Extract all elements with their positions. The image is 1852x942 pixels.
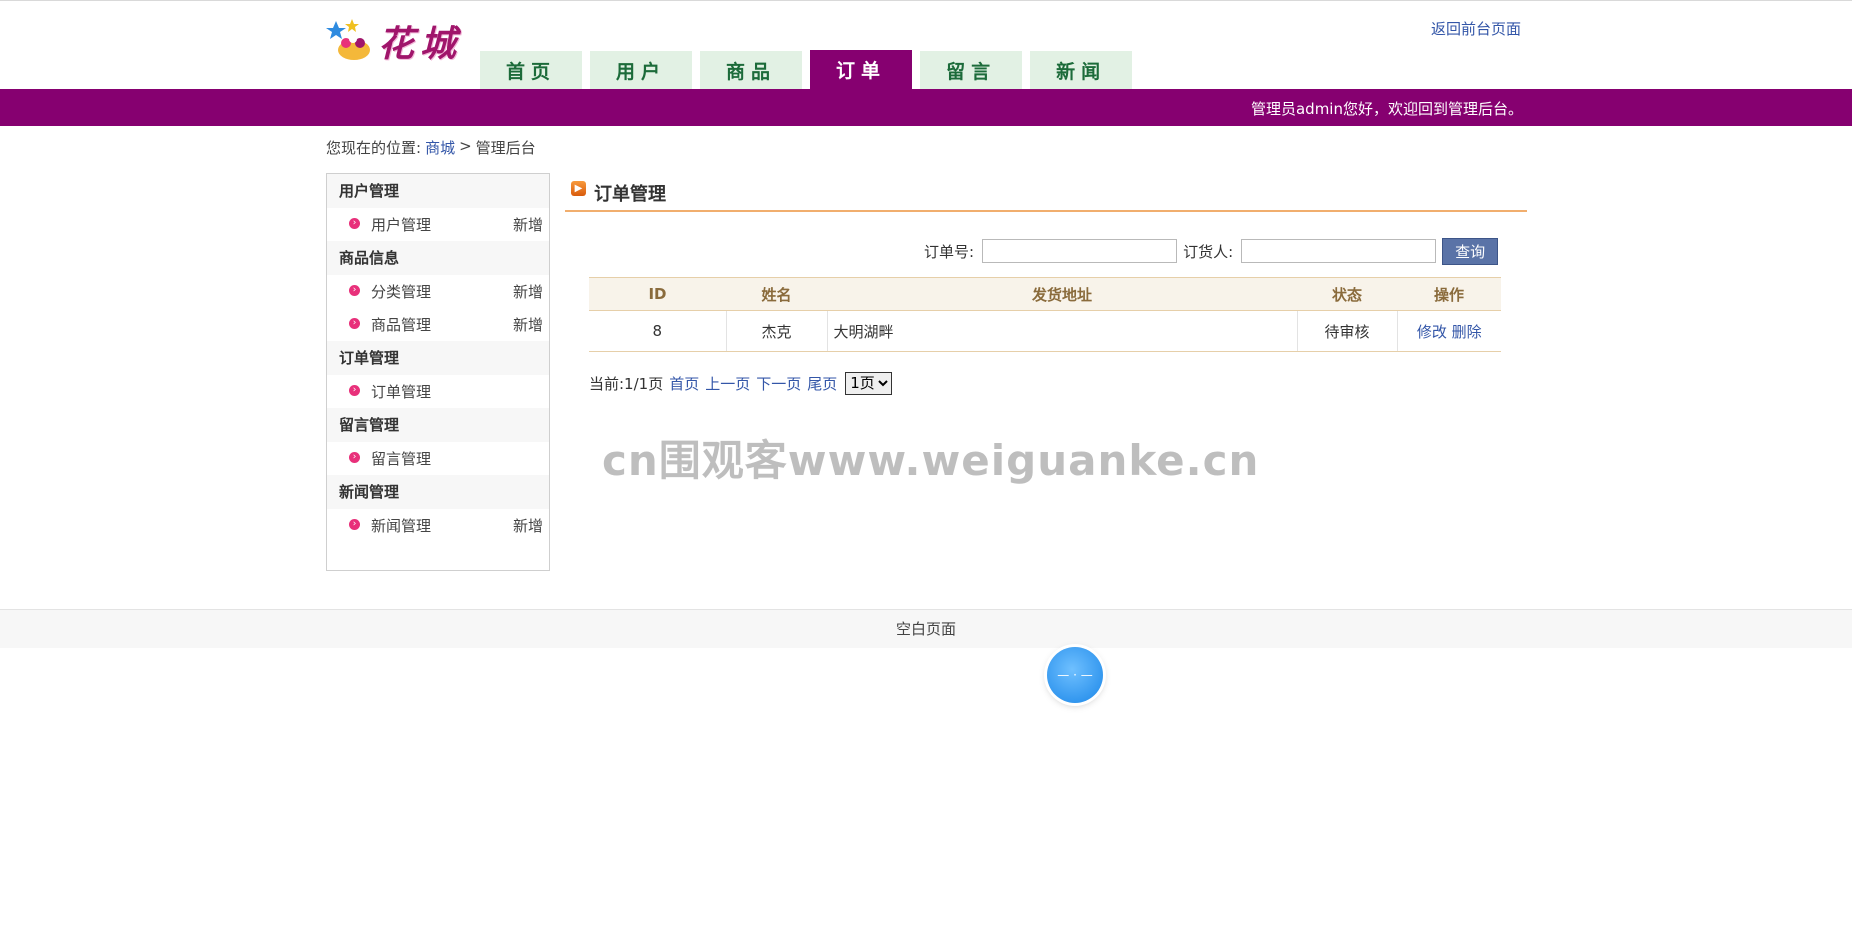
footer-text: 空白页面 [895, 620, 956, 638]
section-header: ▶ 订单管理 [565, 177, 1527, 212]
sidebar-item-product-management: › 商品管理 新增 [327, 308, 549, 341]
cell-address: 大明湖畔 [827, 310, 1298, 352]
sidebar-item-news-management: › 新闻管理 新增 [327, 509, 549, 542]
bullet-arrow-icon: › [349, 519, 360, 530]
sidebar-group-news: 新闻管理 [327, 475, 549, 509]
order-no-label: 订单号: [924, 242, 975, 261]
nav-tab-products[interactable]: 商品 [700, 51, 803, 89]
sidebar-add-news[interactable]: 新增 [513, 515, 543, 536]
delete-link[interactable]: 删除 [1452, 323, 1482, 341]
breadcrumb-prefix: 您现在的位置: [326, 139, 422, 157]
sidebar-add-category[interactable]: 新增 [513, 281, 543, 302]
orderer-label: 订货人: [1183, 242, 1234, 261]
breadcrumb-separator: > [459, 137, 472, 155]
sidebar-link-order-management[interactable]: 订单管理 [371, 381, 431, 402]
pager-next-link[interactable]: 下一页 [756, 373, 801, 394]
pagination: 当前:1/1页 首页 上一页 下一页 尾页 1页 [589, 371, 893, 395]
pager-current: 当前:1/1页 [589, 374, 664, 393]
sidebar-item-category-management: › 分类管理 新增 [327, 275, 549, 308]
sidebar-link-category-management[interactable]: 分类管理 [371, 281, 431, 302]
table-row: 8 杰克 大明湖畔 待审核 修改 删除 [589, 310, 1501, 352]
bullet-arrow-icon: › [349, 285, 360, 296]
pager-last-link[interactable]: 尾页 [807, 373, 837, 394]
nav-tab-messages[interactable]: 留言 [920, 51, 1023, 89]
order-no-input[interactable] [982, 239, 1178, 263]
sidebar-item-order-management: › 订单管理 [327, 375, 549, 408]
sidebar-group-products: 商品信息 [327, 241, 549, 275]
site-logo[interactable]: 花城 [326, 13, 476, 68]
cell-name: 杰克 [726, 310, 828, 352]
pager-prev-link[interactable]: 上一页 [705, 373, 750, 394]
footer: 空白页面 [0, 609, 1852, 648]
welcome-bar: 管理员admin您好，欢迎回到管理后台。 [0, 89, 1852, 126]
sidebar-group-messages: 留言管理 [327, 408, 549, 442]
welcome-text: 管理员admin您好，欢迎回到管理后台。 [1250, 100, 1523, 118]
col-header-address: 发货地址 [827, 277, 1297, 311]
back-to-frontend-link[interactable]: 返回前台页面 [1431, 18, 1521, 39]
col-header-id: ID [589, 277, 726, 311]
cell-actions: 修改 删除 [1397, 310, 1501, 352]
bullet-arrow-icon: › [349, 452, 360, 463]
orange-arrow-icon: ▶ [571, 181, 586, 196]
sidebar-group-users: 用户管理 [327, 174, 549, 208]
breadcrumb: 您现在的位置: 商城 > 管理后台 [326, 137, 536, 158]
breadcrumb-home-link[interactable]: 商城 [425, 137, 455, 158]
logo-flowers-icon [326, 18, 370, 60]
nav-tab-news[interactable]: 新闻 [1030, 51, 1133, 89]
col-header-actions: 操作 [1397, 277, 1501, 311]
sidebar-link-news-management[interactable]: 新闻管理 [371, 515, 431, 536]
bullet-arrow-icon: › [349, 218, 360, 229]
sidebar-add-product[interactable]: 新增 [513, 314, 543, 335]
order-search-form: 订单号: 订货人: 查询 [924, 237, 1499, 265]
nav-tab-users[interactable]: 用户 [590, 51, 693, 89]
search-button[interactable]: 查询 [1442, 237, 1499, 265]
table-header-row: ID 姓名 发货地址 状态 操作 [589, 277, 1501, 311]
nav-tab-home[interactable]: 首页 [480, 51, 583, 89]
col-header-name: 姓名 [726, 277, 827, 311]
sidebar-link-product-management[interactable]: 商品管理 [371, 314, 431, 335]
page-select[interactable]: 1页 [845, 371, 893, 395]
bullet-arrow-icon: › [349, 318, 360, 329]
admin-sidebar: 用户管理 › 用户管理 新增 商品信息 › 分类管理 新增 › 商品管理 新增 … [326, 173, 550, 571]
page-title: 订单管理 [594, 184, 666, 205]
logo-text: 花城 [378, 22, 463, 65]
orderer-input[interactable] [1241, 239, 1437, 263]
dash-icon: — · — [1057, 668, 1093, 682]
nav-tab-orders[interactable]: 订单 [810, 50, 913, 89]
cell-status: 待审核 [1297, 310, 1398, 352]
header: 花城 首页 用户 商品 订单 留言 新闻 返回前台页面 [0, 1, 1852, 89]
sidebar-item-message-management: › 留言管理 [327, 442, 549, 475]
breadcrumb-current: 管理后台 [475, 139, 536, 157]
orders-table: ID 姓名 发货地址 状态 操作 8 杰克 大明湖畔 待审核 修改 删除 [589, 277, 1501, 352]
pager-first-link[interactable]: 首页 [669, 373, 699, 394]
sidebar-link-message-management[interactable]: 留言管理 [371, 448, 431, 469]
bullet-arrow-icon: › [349, 385, 360, 396]
sidebar-item-user-management: › 用户管理 新增 [327, 208, 549, 241]
sidebar-link-user-management[interactable]: 用户管理 [371, 214, 431, 235]
sidebar-add-user[interactable]: 新增 [513, 214, 543, 235]
edit-link[interactable]: 修改 [1417, 323, 1447, 341]
col-header-status: 状态 [1297, 277, 1397, 311]
cell-id: 8 [589, 310, 727, 352]
watermark-text: cn围观客www.weiguanke.cn [602, 436, 1260, 485]
floating-assistant-button[interactable]: — · — [1047, 647, 1103, 703]
main-nav: 首页 用户 商品 订单 留言 新闻 [480, 50, 1133, 89]
sidebar-group-orders: 订单管理 [327, 341, 549, 375]
page: 花城 首页 用户 商品 订单 留言 新闻 返回前台页面 管理员admin您好，欢… [0, 0, 1852, 942]
